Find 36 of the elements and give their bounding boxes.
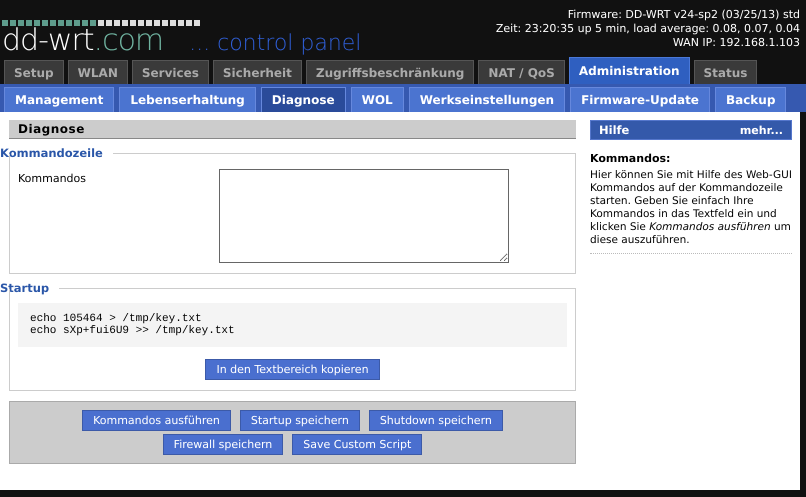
nav-tab[interactable]: Services [132,60,209,84]
help-text: Hier können Sie mit Hilfe des Web-GUI Kommandos auf der Kommandozeile starten. Geben Sie einfach Ihre Kommandos in das Textfeld ein und klicken Sie Kommandos ausführen um diese auszuführen. [590,169,792,254]
nav-tab[interactable]: NAT / QoS [478,60,565,84]
subtab[interactable]: Backup [714,87,786,112]
nav-tab[interactable]: Sicherheit [212,60,302,84]
nav-tab[interactable]: Status [694,60,758,84]
action-button[interactable]: Kommandos ausführen [82,410,231,431]
status-info-text: WAN IP: 192.168.1.103 [672,36,800,50]
nav-tab[interactable]: Administration [568,57,690,84]
status-info-text: Zeit: 23:20:35 up 5 min, load average: 0.08, 0.07, 0.04 [496,22,800,36]
action-button[interactable]: Firewall speichern [162,434,284,455]
nav-tab[interactable]: Setup [4,60,64,84]
action-button[interactable]: Shutdown speichern [368,410,503,431]
subtab[interactable]: Lebenserhaltung [119,87,256,112]
subtab[interactable]: Management [4,87,114,112]
section-title: Diagnose [9,120,576,139]
logo: dd-wrt.com [2,26,164,56]
help-title: Hilfe [599,123,630,137]
subtab[interactable]: Diagnose [260,87,346,112]
fieldset-legend: Kommandozeile [0,146,103,160]
action-button[interactable]: Save Custom Script [292,434,422,455]
subtab[interactable]: Werkseinstellungen [408,87,566,112]
more-link[interactable]: mehr... [740,124,783,136]
help-heading: Kommandos: [590,152,672,165]
copy-button[interactable]: In den Textbereich kopieren [205,359,380,380]
nav-tab[interactable]: Zugriffsbeschränkung [306,60,474,84]
commands-textarea[interactable] [219,169,509,263]
fieldset-legend: Startup [0,281,50,295]
nav-tab[interactable]: WLAN [68,60,128,84]
status-info-text: Firmware: DD-WRT v24-sp2 (03/25/13) std [568,8,800,22]
field-label: Kommandos [18,171,87,187]
subtab[interactable]: WOL [350,87,404,112]
logo-subtitle: ... control panel [189,33,362,55]
script-code-block: echo 105464 > /tmp/key.txt echo sXp+fui6U9 >> /tmp/key.txt [18,303,567,347]
action-button[interactable]: Startup speichern [240,410,360,431]
subtab[interactable]: Firmware-Update [570,87,710,112]
